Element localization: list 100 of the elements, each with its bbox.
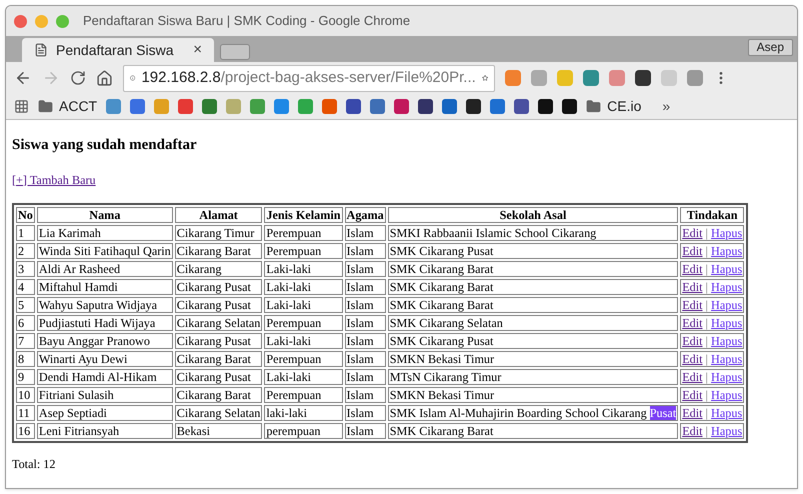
table-cell: perempuan <box>264 422 343 439</box>
total-count: Total: 12 <box>12 456 56 473</box>
edit-link[interactable]: Edit <box>682 406 702 420</box>
table-cell: Cikarang Selatan <box>174 404 262 421</box>
table-cell: SMK Cikarang Barat <box>388 278 678 295</box>
delete-link[interactable]: Hapus <box>711 226 742 240</box>
table-cell: Perempuan <box>264 386 343 403</box>
extension-icon[interactable] <box>635 70 651 86</box>
table-cell: Laki-laki <box>264 296 343 313</box>
edit-link[interactable]: Edit <box>682 388 702 402</box>
link-separator: | <box>704 370 709 384</box>
bookmark-icon[interactable] <box>346 99 362 114</box>
close-window-button[interactable] <box>14 14 27 28</box>
folder-icon[interactable] <box>586 99 602 114</box>
table-cell: SMK Cikarang Pusat <box>388 332 678 349</box>
table-cell: Perempuan <box>264 350 343 367</box>
bookmark-icon[interactable] <box>466 99 482 114</box>
delete-link[interactable]: Hapus <box>711 424 742 438</box>
edit-link[interactable]: Edit <box>682 298 702 312</box>
table-cell: Dendi Hamdi Al-Hikam <box>36 368 173 385</box>
table-cell: Laki-laki <box>264 368 343 385</box>
delete-link[interactable]: Hapus <box>711 334 742 348</box>
edit-link[interactable]: Edit <box>682 370 702 384</box>
link-separator: | <box>704 424 709 438</box>
table-cell: 8 <box>16 350 35 367</box>
folder-icon[interactable] <box>38 99 53 114</box>
edit-link[interactable]: Edit <box>682 334 702 348</box>
tab-title: Pendaftaran Siswa <box>56 40 174 60</box>
table-cell: Islam <box>344 278 386 295</box>
table-cell: MTsN Cikarang Timur <box>388 368 678 385</box>
bookmark-icon[interactable] <box>418 99 434 114</box>
table-cell: Cikarang Pusat <box>174 278 262 295</box>
edit-link[interactable]: Edit <box>682 352 702 366</box>
table-cell: Islam <box>344 422 386 439</box>
add-new-link[interactable]: [+] Tambah Baru <box>12 172 96 186</box>
delete-link[interactable]: Hapus <box>711 298 742 312</box>
table-cell: Cikarang Barat <box>174 386 262 403</box>
edit-link[interactable]: Edit <box>682 262 702 276</box>
bookmarks-overflow-button[interactable]: » <box>662 96 670 117</box>
table-cell: SMK Cikarang Barat <box>388 422 678 439</box>
bookmark-icon[interactable] <box>514 99 530 114</box>
table-cell: SMKN Bekasi Timur <box>388 386 678 403</box>
table-cell: Cikarang Pusat <box>174 332 262 349</box>
page-heading: Siswa yang sudah mendaftar <box>12 136 198 155</box>
table-cell: Winda Siti Fatihaqul Qarin <box>36 242 173 259</box>
column-header: Jenis Kelamin <box>264 206 343 223</box>
table-cell: Asep Septiadi <box>36 404 173 421</box>
table-cell: Laki-laki <box>264 278 343 295</box>
table-cell: Cikarang Timur <box>174 224 262 241</box>
table-cell: Islam <box>344 314 386 331</box>
edit-link[interactable]: Edit <box>682 280 702 294</box>
delete-link[interactable]: Hapus <box>711 244 742 258</box>
edit-link[interactable]: Edit <box>682 424 702 438</box>
window-title: Pendaftaran Siswa Baru | SMK Coding - Google Chrome <box>83 12 410 30</box>
table-cell: 2 <box>16 242 35 259</box>
edit-link[interactable]: Edit <box>682 244 702 258</box>
link-separator: | <box>704 334 709 348</box>
column-header: Alamat <box>174 206 262 223</box>
table-cell: Laki-laki <box>264 260 343 277</box>
delete-link[interactable]: Hapus <box>711 262 742 276</box>
table-cell: SMKI Rabbaanii Islamic School Cikarang <box>388 224 678 241</box>
new-tab-button[interactable] <box>220 44 250 60</box>
link-separator: | <box>704 298 709 312</box>
table-cell: laki-laki <box>264 404 343 421</box>
browser-tab[interactable]: Pendaftaran Siswa × <box>22 38 214 62</box>
edit-link[interactable]: Edit <box>682 316 702 330</box>
profile-button[interactable]: Asep <box>748 39 793 56</box>
table-cell: SMK Islam Al-Muhajirin Boarding School Cikarang Pusat <box>388 404 678 421</box>
bookmark-icon[interactable] <box>538 99 554 114</box>
column-header: Tindakan <box>680 206 744 223</box>
delete-link[interactable]: Hapus <box>711 406 742 420</box>
table-cell: 3 <box>16 260 35 277</box>
apps-icon[interactable] <box>14 99 29 114</box>
edit-link[interactable]: Edit <box>682 226 702 240</box>
link-separator: | <box>704 406 709 420</box>
link-separator: | <box>704 244 709 258</box>
table-cell: SMK Cikarang Selatan <box>388 314 678 331</box>
back-icon[interactable] <box>14 69 32 87</box>
bookmark-folder[interactable]: ACCT <box>59 96 98 117</box>
tab-close-button[interactable]: × <box>193 38 202 62</box>
table-cell: Leni Fitriansyah <box>36 422 173 439</box>
address-bar[interactable]: 192.168.2.8/project-bag-akses-server/File%20Pr... <box>123 64 495 92</box>
table-cell: Aldi Ar Rasheed <box>36 260 173 277</box>
bookmark-folder[interactable]: CE.io <box>607 96 642 117</box>
table-cell: 7 <box>16 332 35 349</box>
table-cell: Perempuan <box>264 314 343 331</box>
table-cell: Wahyu Saputra Widjaya <box>36 296 173 313</box>
delete-link[interactable]: Hapus <box>711 388 742 402</box>
home-icon[interactable] <box>96 70 113 86</box>
table-cell: 4 <box>16 278 35 295</box>
delete-link[interactable]: Hapus <box>711 352 742 366</box>
delete-link[interactable]: Hapus <box>711 370 742 384</box>
reload-icon[interactable] <box>70 70 86 86</box>
table-cell: Winarti Ayu Dewi <box>36 350 173 367</box>
delete-link[interactable]: Hapus <box>711 316 742 330</box>
table-cell: Lia Karimah <box>36 224 173 241</box>
bookmark-icon[interactable] <box>562 99 578 114</box>
delete-link[interactable]: Hapus <box>711 280 742 294</box>
link-separator: | <box>704 388 709 402</box>
table-cell: Perempuan <box>264 242 343 259</box>
